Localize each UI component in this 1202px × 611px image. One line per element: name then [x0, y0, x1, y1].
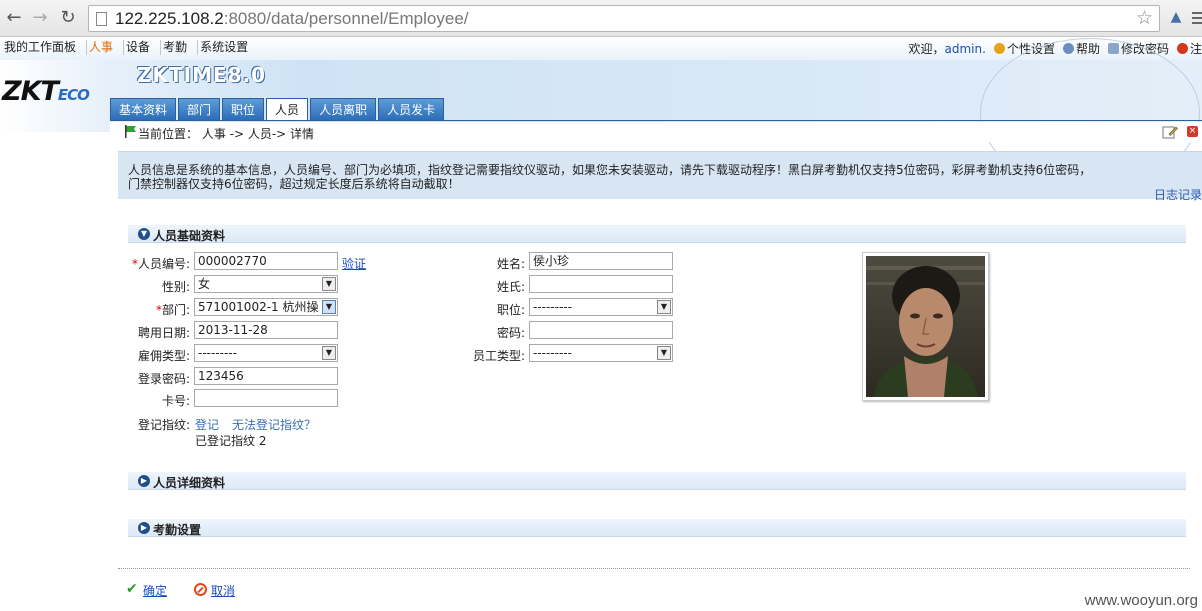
chevron-down-icon: ▼	[322, 277, 336, 291]
gender-select[interactable]: 女 ▼	[194, 275, 338, 293]
tab-resignation[interactable]: 人员离职	[310, 98, 377, 120]
fingerprint-label: 登记指纹:	[137, 418, 190, 432]
verify-link[interactable]: 验证	[342, 255, 366, 272]
dept-label: *部门:	[155, 303, 190, 317]
hire-date-input[interactable]: 2013-11-28	[194, 321, 338, 339]
settings-icon	[993, 43, 1005, 54]
breadcrumb: 当前位置： 人事 -> 人员-> 详情 ×	[110, 122, 1202, 142]
forward-icon[interactable]: →	[28, 6, 52, 30]
browser-menu-icon[interactable]	[1192, 12, 1202, 24]
zk-logo: ZKTECO	[2, 76, 90, 107]
chevron-down-icon: ▼	[657, 300, 671, 314]
extension-icon[interactable]: ▲	[1167, 9, 1185, 27]
name-label: 姓名:	[496, 257, 525, 271]
emp-kind-label: 雇佣类型:	[137, 349, 190, 363]
password-input[interactable]	[529, 321, 673, 339]
menu-workbench[interactable]: 我的工作面板	[4, 40, 88, 55]
portrait-image	[866, 256, 985, 397]
cancel-button[interactable]: 取消	[211, 582, 235, 599]
collapse-icon: ▼	[138, 228, 150, 240]
product-title: ZKTIME8.0	[137, 63, 267, 87]
emp-kind-select[interactable]: --------- ▼	[194, 344, 338, 362]
confirm-button[interactable]: 确定	[143, 582, 167, 599]
cannot-register-link[interactable]: 无法登记指纹？	[232, 416, 316, 433]
surname-input[interactable]	[529, 275, 673, 293]
surname-label: 姓氏:	[496, 280, 525, 294]
tab-basic-info[interactable]: 基本资料	[110, 98, 177, 120]
password-label: 密码:	[496, 326, 525, 340]
login-password-label: 登录密码:	[137, 372, 190, 386]
chevron-down-icon: ▼	[322, 346, 336, 360]
menu-device[interactable]: 设备	[126, 40, 162, 55]
welcome-text: 欢迎， admin.	[908, 41, 986, 57]
cancel-icon	[194, 583, 207, 596]
address-url: 122.225.108.2:8080/data/personnel/Employ…	[115, 9, 469, 28]
expand-icon: ▶	[138, 522, 150, 534]
edit-icon[interactable]	[1162, 125, 1178, 139]
chevron-down-icon: ▼	[657, 346, 671, 360]
card-no-input[interactable]	[194, 389, 338, 407]
logout-link[interactable]: 注	[1176, 40, 1202, 57]
module-tabs: 基本资料 部门 职位 人员 人员离职 人员发卡	[110, 98, 446, 120]
menu-system-settings[interactable]: 系统设置	[200, 40, 258, 55]
watermark: www.wooyun.org	[1084, 592, 1198, 609]
dept-select[interactable]: 571001002-1 杭州操 ▼	[194, 298, 338, 316]
staff-type-label: 员工类型:	[472, 349, 525, 363]
logout-icon	[1176, 43, 1188, 54]
gender-label: 性别:	[161, 280, 190, 294]
page-icon	[96, 12, 107, 26]
hire-date-label: 聘用日期:	[137, 326, 190, 340]
log-record-link[interactable]: 日志记录	[1154, 186, 1202, 203]
back-icon[interactable]: ←	[2, 6, 26, 30]
menu-attendance[interactable]: 考勤	[163, 40, 199, 55]
login-password-input[interactable]: 123456	[194, 367, 338, 385]
tab-personnel[interactable]: 人员	[266, 98, 309, 120]
section-attendance-settings[interactable]: ▶ 考勤设置	[128, 519, 1186, 537]
check-icon: ✔	[126, 581, 138, 597]
top-menu: 我的工作面板 人事 设备 考勤 系统设置	[4, 40, 260, 55]
address-bar[interactable]: 122.225.108.2:8080/data/personnel/Employ…	[88, 5, 1160, 32]
position-label: 职位:	[496, 303, 525, 317]
name-input[interactable]: 侯小珍	[529, 252, 673, 270]
bookmark-star-icon[interactable]: ☆	[1136, 7, 1153, 29]
flag-icon	[125, 125, 136, 138]
menu-personnel[interactable]: 人事	[89, 40, 125, 55]
reload-icon[interactable]: ↻	[56, 6, 80, 30]
divider	[118, 568, 1190, 569]
emp-no-input[interactable]: 000002770	[194, 252, 338, 270]
staff-type-select[interactable]: --------- ▼	[529, 344, 673, 362]
register-fingerprint-link[interactable]: 登记	[195, 416, 219, 433]
tab-department[interactable]: 部门	[178, 98, 221, 120]
position-select[interactable]: --------- ▼	[529, 298, 673, 316]
tab-issue-card[interactable]: 人员发卡	[378, 98, 445, 120]
card-no-label: 卡号:	[161, 394, 190, 408]
browser-toolbar: ← → ↻ 122.225.108.2:8080/data/personnel/…	[0, 0, 1202, 37]
tab-position[interactable]: 职位	[222, 98, 265, 120]
expand-icon: ▶	[138, 475, 150, 487]
close-icon[interactable]: ×	[1187, 126, 1198, 137]
notice-text: 人员信息是系统的基本信息，人员编号、部门为必填项，指纹登记需要指纹仪驱动，如果您…	[128, 163, 1092, 191]
section-basic-info[interactable]: ▼ 人员基础资料	[128, 225, 1186, 243]
chevron-down-icon: ▼	[322, 300, 336, 314]
info-notice: 人员信息是系统的基本信息，人员编号、部门为必填项，指纹登记需要指纹仪驱动，如果您…	[118, 151, 1202, 202]
emp-no-label: *人员编号:	[131, 257, 190, 271]
fingerprint-status: 已登记指纹 2	[195, 434, 267, 448]
tab-baseline	[110, 120, 1202, 121]
section-detail-info[interactable]: ▶ 人员详细资料	[128, 472, 1186, 490]
employee-photo[interactable]	[862, 252, 989, 401]
